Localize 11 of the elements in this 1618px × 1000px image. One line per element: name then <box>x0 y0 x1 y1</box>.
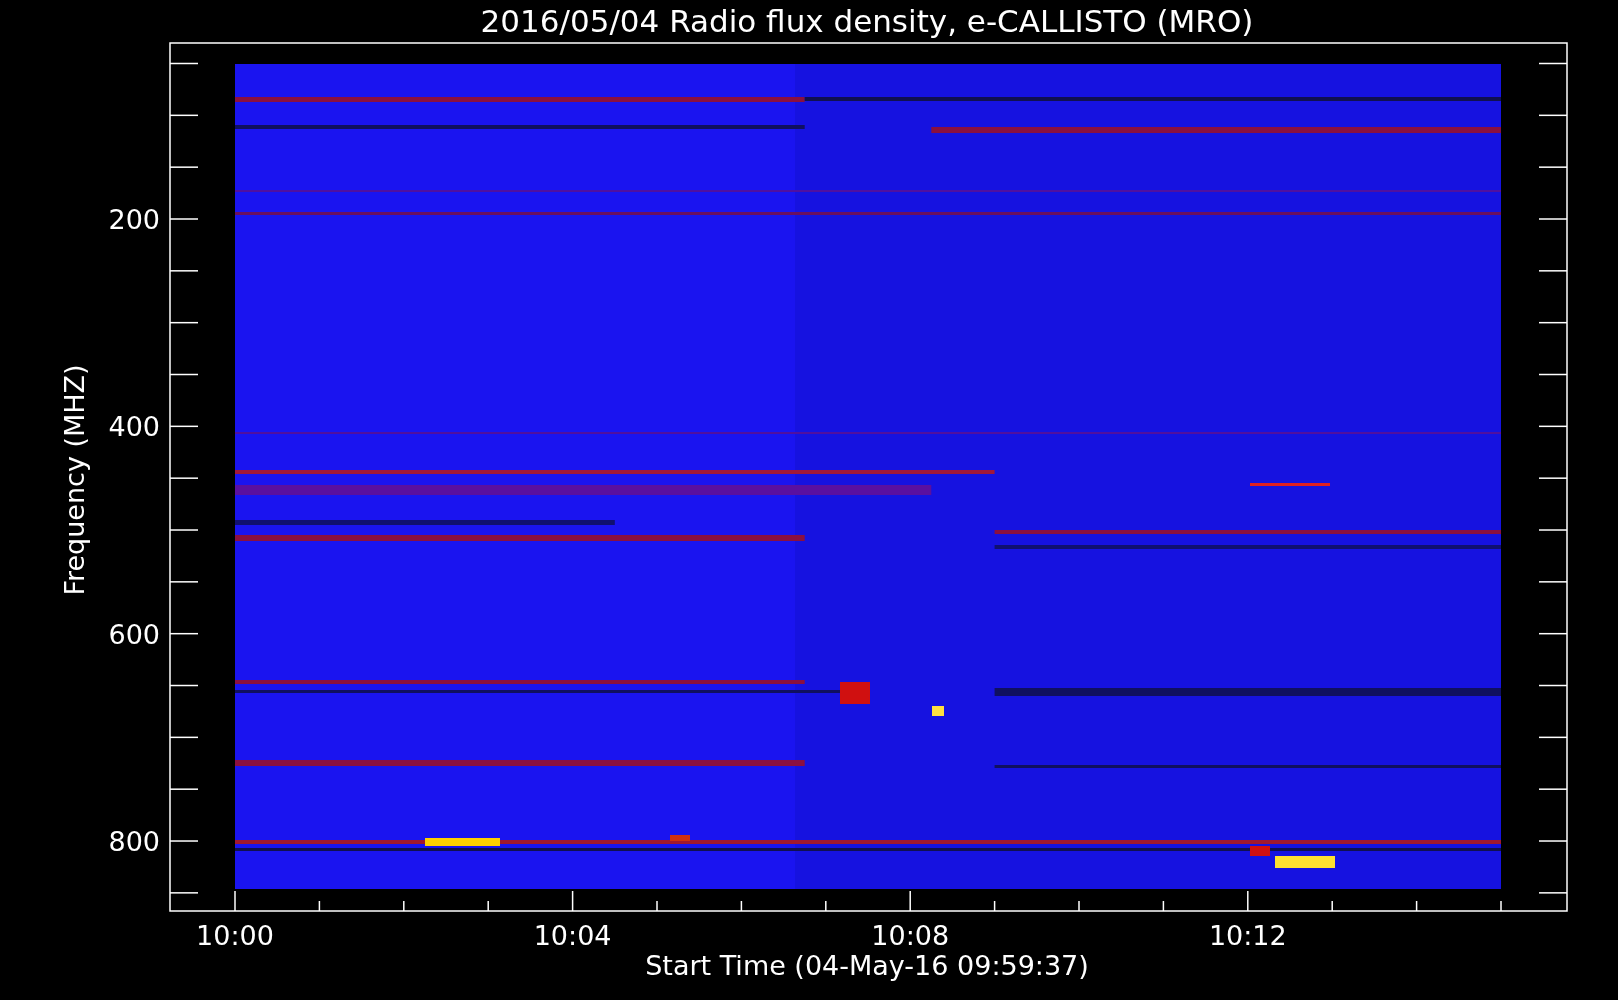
axis-tick-label: 800 <box>108 826 160 857</box>
axis-tick-label: 600 <box>108 618 160 650</box>
axis-tick-label: 400 <box>108 411 160 443</box>
axis-tick-label: 10:12 <box>1208 920 1287 951</box>
axis-label: Start Time (04-May-16 09:59:37) <box>645 950 1089 981</box>
axis-tick-label: 10:00 <box>196 920 274 951</box>
plot-title: 2016/05/04 Radio flux density, e-CALLISTO (MRO) <box>480 3 1254 39</box>
axis-tick-label: 10:04 <box>533 920 612 951</box>
axis-tick-label: 200 <box>108 204 160 235</box>
axis-label: Frequency (MHZ) <box>59 364 90 596</box>
axis-tick-label: 10:08 <box>871 920 950 951</box>
